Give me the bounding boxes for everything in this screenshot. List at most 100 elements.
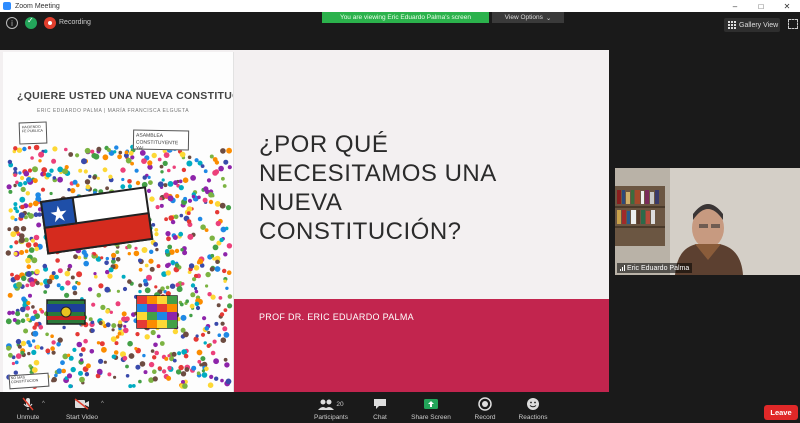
confetti-dot [89, 349, 95, 354]
confetti-dot [28, 247, 35, 253]
confetti-dot [25, 283, 30, 288]
confetti-dot [61, 368, 66, 374]
confetti-dot [220, 226, 227, 233]
leave-button[interactable]: Leave [764, 405, 798, 420]
confetti-dot [52, 176, 57, 180]
view-options-button[interactable]: View Options ⌄ [492, 12, 564, 23]
confetti-dot [210, 294, 216, 300]
confetti-dot [96, 292, 102, 298]
confetti-dot [19, 250, 25, 255]
zoom-meeting-window: Zoom Meeting – □ ✕ i Recording You are v… [0, 0, 800, 423]
confetti-dot [216, 303, 221, 308]
confetti-dot [9, 245, 13, 249]
confetti-dot [165, 285, 170, 290]
confetti-dot [186, 219, 192, 224]
chevron-up-icon[interactable]: ^ [101, 401, 104, 407]
confetti-dot [68, 384, 73, 389]
confetti-dot [115, 301, 121, 307]
screen-share-banner: You are viewing Eric Eduardo Palma's scr… [322, 12, 489, 23]
confetti-dot [31, 367, 38, 373]
confetti-dot [105, 256, 110, 261]
confetti-dot [75, 332, 80, 337]
confetti-dot [149, 196, 155, 202]
confetti-dot [111, 354, 117, 359]
minimize-icon[interactable]: – [722, 0, 748, 12]
confetti-dot [40, 187, 46, 192]
slide-heading: ¿POR QUÉ NECESITAMOS UNA NUEVA CONSTITUC… [259, 130, 599, 246]
confetti-dot [209, 154, 214, 159]
confetti-dot [42, 172, 47, 176]
encryption-shield-icon[interactable] [25, 16, 37, 29]
confetti-dot [45, 332, 49, 337]
gallery-view-button[interactable]: Gallery View [724, 18, 780, 32]
confetti-dot [113, 350, 119, 355]
confetti-dot [116, 289, 120, 293]
top-toolbar: i Recording You are viewing Eric Eduardo… [0, 12, 800, 38]
confetti-dot [18, 212, 25, 219]
confetti-dot [35, 344, 41, 350]
confetti-dot [10, 215, 15, 220]
reactions-button[interactable]: Reactions [514, 396, 552, 423]
confetti-dot [149, 266, 155, 272]
confetti-dot [13, 202, 18, 207]
confetti-dot [106, 148, 111, 152]
confetti-dot [114, 145, 119, 150]
confetti-dot [138, 379, 142, 384]
confetti-dot [180, 314, 187, 321]
slide-title-panel: ¿POR QUÉ NECESITAMOS UNA NUEVA CONSTITUC… [234, 50, 609, 392]
confetti-dot [13, 183, 17, 188]
fullscreen-icon[interactable] [788, 19, 798, 29]
confetti-dot [23, 170, 30, 177]
confetti-dot [190, 292, 196, 298]
confetti-dot [200, 356, 206, 362]
gallery-view-label: Gallery View [739, 21, 779, 29]
confetti-dot [46, 278, 53, 285]
confetti-dot [163, 152, 170, 158]
confetti-dot [25, 271, 32, 277]
confetti-dot [159, 164, 164, 169]
close-icon[interactable]: ✕ [774, 0, 800, 12]
confetti-dot [214, 376, 219, 381]
confetti-dot [227, 294, 233, 299]
record-label: Record [474, 414, 496, 421]
confetti-dot [164, 217, 169, 222]
confetti-dot [187, 155, 192, 160]
confetti-dot [154, 232, 159, 237]
confetti-dot [127, 179, 132, 184]
confetti-dot [135, 180, 141, 186]
confetti-dot [34, 268, 40, 275]
participants-label: Participants [314, 414, 348, 421]
chat-bubble-icon [373, 396, 387, 412]
meeting-controls-toolbar: Unmute ^ Start Video ^ 20 Participants C… [0, 396, 800, 423]
confetti-dot [225, 286, 229, 290]
confetti-dot [148, 361, 155, 368]
confetti-dot [98, 283, 104, 289]
confetti-dot [15, 353, 22, 359]
confetti-dot [225, 205, 232, 211]
chat-button[interactable]: Chat [366, 396, 394, 423]
confetti-dot [98, 358, 104, 364]
confetti-dot [196, 371, 201, 376]
confetti-dot [210, 350, 216, 356]
start-video-button[interactable]: Start Video [62, 396, 102, 423]
confetti-dot [100, 304, 106, 310]
confetti-dot [212, 244, 219, 251]
confetti-dot [45, 348, 51, 354]
maximize-icon[interactable]: □ [748, 0, 774, 12]
participant-video-tile[interactable]: Eric Eduardo Palma [615, 168, 800, 275]
confetti-dot [13, 251, 18, 256]
record-button[interactable]: Record [470, 396, 500, 423]
participants-button[interactable]: 20 Participants [308, 396, 354, 423]
confetti-dot [180, 248, 184, 252]
unmute-button[interactable]: Unmute [12, 396, 44, 423]
confetti-dot [165, 270, 171, 276]
confetti-dot [226, 270, 232, 275]
confetti-dot [125, 364, 129, 369]
share-screen-button[interactable]: Share Screen [408, 396, 454, 423]
meeting-info-icon[interactable]: i [6, 17, 18, 29]
chevron-up-icon[interactable]: ^ [42, 401, 45, 407]
confetti-dot [122, 355, 128, 361]
confetti-dot [165, 263, 170, 269]
confetti-dot [182, 383, 188, 389]
recording-icon[interactable] [44, 17, 56, 29]
